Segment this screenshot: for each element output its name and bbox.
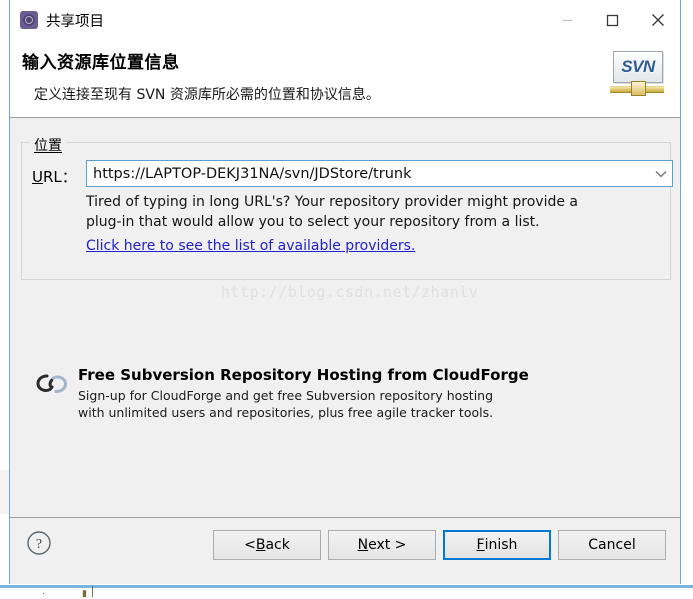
dialog-header: 输入资源库位置信息 定义连接至现有 SVN 资源库所必需的位置和协议信息。 SV… (10, 40, 680, 118)
window-controls (545, 0, 680, 40)
back-button-suffix: ack (265, 537, 290, 553)
share-project-dialog: 共享项目 输入资源库位置信息 定义连接至现有 SVN 资源库所必需的位置和协议信… (9, 0, 681, 584)
background-left-tab (0, 470, 9, 514)
close-icon[interactable] (635, 0, 680, 40)
svn-logo-plate: SVN (613, 51, 663, 83)
back-button[interactable]: < Back (213, 530, 321, 560)
next-button-suffix: ext > (368, 537, 407, 553)
url-hint-line-1: Tired of typing in long URL's? Your repo… (86, 194, 578, 210)
back-button-prefix: < (244, 537, 256, 553)
watermark-text: http://blog.csdn.net/zhanlv (221, 283, 479, 301)
wizard-button-row: < Back Next > Finish Cancel (213, 530, 666, 560)
url-label: URL： (32, 166, 77, 187)
url-label-rest: RL： (42, 168, 77, 186)
cancel-button[interactable]: Cancel (558, 530, 666, 560)
svn-logo-node (631, 81, 646, 96)
cloudforge-desc-line-1: Sign-up for CloudForge and get free Subv… (78, 388, 494, 403)
svn-logo-text: SVN (621, 57, 655, 76)
finish-button[interactable]: Finish (443, 530, 551, 560)
svg-text:?: ? (36, 537, 42, 552)
cancel-button-label: Cancel (588, 537, 636, 553)
url-hint-line-2: plug-in that would allow you to select y… (86, 214, 540, 230)
cloud-icon (34, 372, 70, 396)
chevron-down-icon[interactable] (650, 161, 672, 186)
location-groupbox-legend: 位置 (30, 135, 66, 155)
cloudforge-desc-line-2: with unlimited users and repositories, p… (78, 405, 494, 420)
svn-logo-icon: SVN (610, 48, 664, 102)
cloudforge-title: Free Subversion Repository Hosting from … (78, 366, 529, 384)
back-button-accel: B (255, 537, 266, 553)
next-button[interactable]: Next > (328, 530, 436, 560)
background-bottom-glyph-b: ▮ (82, 588, 87, 598)
finish-button-accel: F (476, 537, 485, 553)
available-providers-link[interactable]: Click here to see the list of available … (86, 238, 415, 254)
dialog-body: 位置 URL： https://LAPTOP-DEKJ31NA/svn/JDSt… (10, 118, 680, 517)
finish-button-suffix: inish (484, 537, 518, 553)
minimize-icon[interactable] (545, 0, 590, 40)
help-icon[interactable]: ? (26, 530, 52, 556)
dialog-footer: ? < Back Next > Finish Cancel (10, 517, 680, 584)
maximize-icon[interactable] (590, 0, 635, 40)
dialog-title: 共享项目 (46, 13, 104, 30)
url-label-accel: U (32, 168, 43, 186)
next-button-accel: N (357, 537, 369, 553)
page-description: 定义连接至现有 SVN 资源库所必需的位置和协议信息。 (34, 87, 380, 103)
url-input[interactable]: https://LAPTOP-DEKJ31NA/svn/JDStore/trun… (87, 166, 650, 182)
background-bottom-bar (0, 588, 693, 597)
url-combobox[interactable]: https://LAPTOP-DEKJ31NA/svn/JDStore/trun… (86, 160, 673, 187)
page-title: 输入资源库位置信息 (22, 53, 180, 73)
dialog-titlebar[interactable]: 共享项目 (10, 0, 680, 40)
share-project-icon (20, 11, 38, 29)
background-bottom-separator (92, 586, 93, 597)
